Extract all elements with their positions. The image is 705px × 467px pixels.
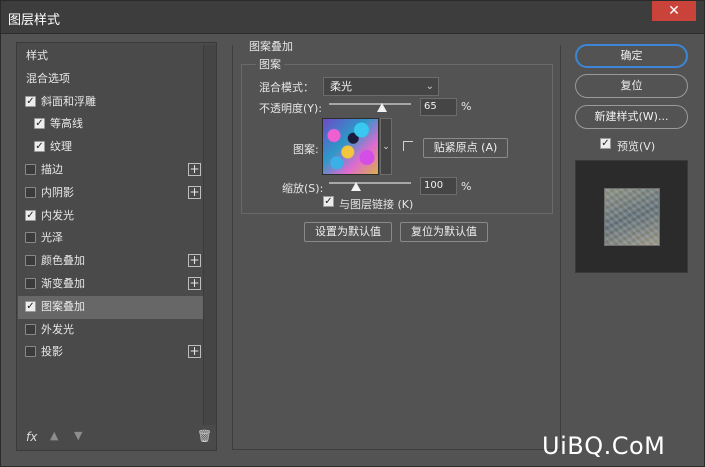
style-checkbox[interactable]: ✓: [25, 95, 36, 107]
add-instance-icon[interactable]: +: [188, 254, 201, 268]
move-up-icon[interactable]: ▲: [50, 429, 58, 442]
add-instance-icon[interactable]: +: [188, 162, 201, 176]
preview-thumbnail: [604, 188, 660, 246]
style-item-label: 投影: [41, 345, 63, 359]
style-item[interactable]: 内阴影 +: [18, 182, 203, 205]
pattern-swatch[interactable]: [322, 118, 379, 175]
style-item-label: 内阴影: [41, 185, 74, 199]
reset-default-button[interactable]: 复位为默认值: [400, 222, 488, 242]
trash-icon[interactable]: 🗑: [197, 429, 212, 443]
style-item[interactable]: 渐变叠加 +: [18, 273, 203, 296]
section-title: 图案: [256, 56, 284, 72]
scale-slider[interactable]: [329, 182, 411, 184]
style-checkbox[interactable]: ✓: [34, 141, 45, 153]
opacity-input[interactable]: 65: [420, 98, 457, 116]
style-item-label: 光泽: [41, 231, 63, 245]
style-item[interactable]: 样式: [18, 45, 203, 68]
scale-percent: %: [461, 180, 472, 193]
opacity-label: 不透明度(Y):: [259, 102, 323, 115]
style-checkbox[interactable]: ✓: [34, 118, 45, 130]
style-checkbox[interactable]: [25, 232, 36, 244]
style-item-label: 混合选项: [26, 71, 70, 85]
style-item-label: 渐变叠加: [41, 276, 85, 290]
group-title: 图案叠加: [246, 38, 296, 54]
style-checkbox[interactable]: [25, 163, 36, 175]
style-item-label: 内发光: [41, 208, 74, 222]
style-item[interactable]: ✓ 图案叠加: [18, 295, 203, 319]
style-checkbox[interactable]: [25, 346, 36, 358]
style-checkbox[interactable]: ✓: [25, 300, 36, 312]
scale-slider-thumb[interactable]: [351, 182, 362, 191]
scale-input[interactable]: 100: [420, 177, 457, 195]
pattern-dropdown-icon[interactable]: ⌄: [380, 118, 392, 175]
style-item-label: 斜面和浮雕: [41, 94, 96, 108]
window-title: 图层样式: [8, 13, 61, 28]
pattern-label: 图案:: [293, 143, 319, 156]
new-preset-icon[interactable]: [403, 141, 413, 151]
styles-footer: fx ▲ ▼ 🗑: [18, 426, 216, 450]
add-instance-icon[interactable]: +: [188, 185, 201, 199]
snap-to-origin-button[interactable]: 贴紧原点 (A): [423, 138, 508, 158]
style-item[interactable]: ✓ 内发光: [18, 205, 203, 228]
style-item[interactable]: 颜色叠加 +: [18, 250, 203, 273]
style-item-label: 纹理: [50, 140, 72, 154]
add-instance-icon[interactable]: +: [188, 345, 201, 359]
style-item-label: 图案叠加: [41, 299, 85, 313]
style-item[interactable]: 投影 +: [18, 341, 203, 364]
style-item[interactable]: ✓ 斜面和浮雕: [18, 91, 203, 114]
ok-button[interactable]: 确定: [575, 44, 688, 68]
opacity-slider[interactable]: [329, 103, 411, 105]
new-style-button[interactable]: 新建样式(W)...: [575, 105, 688, 129]
styles-scrollbar[interactable]: [203, 45, 216, 425]
blend-mode-value: 柔光: [330, 80, 352, 93]
add-instance-icon[interactable]: +: [188, 276, 201, 290]
style-item[interactable]: 混合选项: [18, 68, 203, 91]
fx-menu-button[interactable]: fx: [26, 430, 37, 444]
style-item-label: 等高线: [50, 117, 83, 131]
preview-label: 预览(V): [617, 140, 656, 153]
style-checkbox[interactable]: [25, 277, 36, 289]
style-item[interactable]: ✓ 等高线: [18, 113, 203, 136]
scale-label: 缩放(S):: [282, 182, 324, 195]
opacity-slider-thumb[interactable]: [377, 103, 388, 112]
style-checkbox[interactable]: [25, 186, 36, 198]
link-with-layer-label: 与图层链接 (K): [339, 198, 414, 211]
blend-mode-label: 混合模式：: [259, 81, 314, 94]
reset-button[interactable]: 复位: [575, 74, 688, 98]
watermark: UiBQ.CoM: [542, 432, 666, 460]
style-item-label: 描边: [41, 162, 63, 176]
style-item-label: 外发光: [41, 322, 74, 336]
style-item-label: 颜色叠加: [41, 254, 85, 268]
style-item[interactable]: 描边 +: [18, 159, 203, 182]
link-with-layer-checkbox[interactable]: ✓: [323, 196, 334, 207]
styles-list: 样式 混合选项 ✓ 斜面和浮雕 ✓ 等高线 ✓ 纹理 描边 + 内阴影 + ✓ 内发光 光泽 颜色叠加 + 渐变叠…: [18, 45, 203, 364]
style-checkbox[interactable]: ✓: [25, 209, 36, 221]
blend-mode-select[interactable]: 柔光 ⌄: [323, 77, 439, 96]
title-bar: 图层样式 ✕: [0, 0, 705, 34]
style-item-label: 样式: [26, 49, 48, 62]
move-down-icon[interactable]: ▼: [74, 429, 82, 442]
style-preview: [575, 160, 688, 273]
style-checkbox[interactable]: [25, 255, 36, 267]
set-default-button[interactable]: 设置为默认值: [304, 222, 392, 242]
close-icon[interactable]: ✕: [652, 1, 696, 21]
style-item[interactable]: 外发光: [18, 319, 203, 342]
style-checkbox[interactable]: [25, 323, 36, 335]
opacity-percent: %: [461, 100, 472, 113]
style-item[interactable]: ✓ 纹理: [18, 136, 203, 159]
style-item[interactable]: 光泽: [18, 227, 203, 250]
chevron-down-icon: ⌄: [425, 81, 434, 92]
styles-list-panel: 样式 混合选项 ✓ 斜面和浮雕 ✓ 等高线 ✓ 纹理 描边 + 内阴影 + ✓ 内发光 光泽 颜色叠加 + 渐变叠…: [16, 42, 217, 451]
preview-checkbox[interactable]: ✓: [600, 138, 611, 149]
